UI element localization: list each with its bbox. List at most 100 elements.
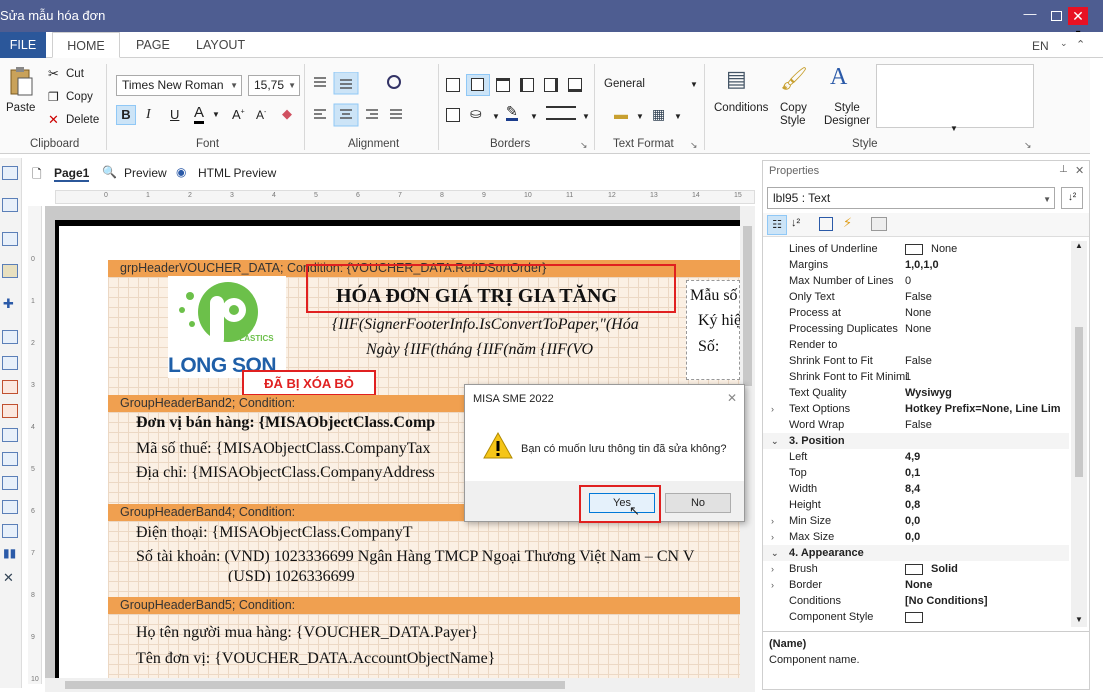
property-row[interactable]: ⌄ 3. Position: [763, 433, 1069, 449]
property-value[interactable]: 0,8: [905, 497, 1067, 513]
invoice-title[interactable]: HÓA ĐƠN GIÁ TRỊ GIA TĂNG: [336, 285, 617, 308]
border-none-icon[interactable]: [446, 108, 460, 122]
property-row[interactable]: Lines of Underline None: [763, 241, 1069, 257]
company-logo[interactable]: PLASTICS LONG SON: [168, 276, 286, 378]
toolbox-item-icon[interactable]: [2, 380, 18, 394]
events-icon[interactable]: ⚡: [843, 215, 852, 231]
chevron-down-icon[interactable]: ▼: [1075, 615, 1083, 624]
chevron-up-icon[interactable]: ▲: [1075, 241, 1083, 250]
sort-az-button[interactable]: ↓²: [1061, 187, 1083, 209]
property-row[interactable]: › Border None: [763, 577, 1069, 593]
toolbox-item-icon[interactable]: [2, 166, 18, 180]
property-value[interactable]: 0,1: [905, 465, 1067, 481]
tab-layout[interactable]: LAYOUT: [184, 32, 257, 58]
property-row[interactable]: Process at None: [763, 305, 1069, 321]
property-row[interactable]: › Text Options Hotkey Prefix=None, Line Li…: [763, 401, 1069, 417]
categorized-icon[interactable]: ☷: [767, 215, 787, 235]
toolbox-item-icon[interactable]: [2, 356, 18, 370]
scroll-thumb[interactable]: [65, 681, 565, 689]
ky-hieu-label[interactable]: Ký hiệ: [698, 312, 741, 330]
property-value[interactable]: [No Conditions]: [905, 593, 1067, 609]
alphabetical-icon[interactable]: ↓²: [791, 217, 800, 229]
property-value[interactable]: 0,0: [905, 529, 1067, 545]
pin-icon[interactable]: ⊥: [1059, 164, 1068, 175]
property-row[interactable]: › Brush Solid: [763, 561, 1069, 577]
property-row[interactable]: Left 4,9: [763, 449, 1069, 465]
toolbox-item-icon[interactable]: [2, 452, 18, 466]
tab-html-preview[interactable]: HTML Preview: [198, 166, 276, 180]
copy-style-button[interactable]: Copy Style: [780, 102, 810, 128]
property-row[interactable]: Shrink Font to Fit False: [763, 353, 1069, 369]
text-format-select[interactable]: General: [604, 78, 645, 90]
property-value[interactable]: 4,9: [905, 449, 1067, 465]
collapse-ribbon-icon[interactable]: ⌃: [1076, 38, 1085, 51]
property-row[interactable]: Only Text False: [763, 289, 1069, 305]
property-value[interactable]: Solid: [905, 561, 1067, 577]
maximize-button[interactable]: [1044, 4, 1068, 28]
puzzle-icon[interactable]: ✚: [3, 296, 14, 312]
property-row[interactable]: Max Number of Lines 0: [763, 273, 1069, 289]
paste-button[interactable]: Paste: [6, 102, 35, 114]
expand-icon[interactable]: ›: [771, 529, 774, 545]
component-select[interactable]: lbl95 : Text ▼: [767, 187, 1055, 209]
underline-button[interactable]: U: [170, 107, 179, 122]
border-top-icon[interactable]: [496, 78, 510, 92]
property-row[interactable]: › Min Size 0,0: [763, 513, 1069, 529]
so-label[interactable]: Số:: [698, 338, 719, 356]
font-size-select[interactable]: 15,75 ▼: [248, 75, 300, 96]
property-row[interactable]: › Max Size 0,0: [763, 529, 1069, 545]
dialog-launcher-icon[interactable]: ↘: [690, 140, 698, 151]
border-right-icon[interactable]: [544, 78, 558, 92]
iif-line[interactable]: {IIF(SignerFooterInfo.IsConvertToPaper,"…: [332, 316, 672, 334]
toolbox-item-icon[interactable]: [2, 476, 18, 490]
border-bottom-icon[interactable]: [568, 78, 582, 92]
border-all-icon[interactable]: [446, 78, 460, 92]
tab-page1[interactable]: Page1: [54, 166, 90, 182]
eraser-icon[interactable]: ◆: [282, 106, 292, 122]
close-icon[interactable]: ✕: [727, 391, 737, 405]
band-header-5[interactable]: GroupHeaderBand5; Condition:: [108, 597, 740, 614]
tab-preview[interactable]: Preview: [124, 166, 167, 180]
property-row[interactable]: Top 0,1: [763, 465, 1069, 481]
format-icon[interactable]: ▬: [614, 106, 628, 122]
property-value[interactable]: 1,0,1,0: [905, 257, 1067, 273]
font-name-select[interactable]: Times New Roman ▼: [116, 75, 242, 96]
tax-code[interactable]: Mã số thuế: {MISAObjectClass.CompanyTax: [136, 440, 466, 458]
tab-file[interactable]: FILE: [0, 32, 46, 58]
properties-scrollbar[interactable]: ▲ ▼: [1071, 241, 1087, 627]
property-value[interactable]: 8,4: [905, 481, 1067, 497]
conditions-button[interactable]: Conditions: [714, 102, 768, 114]
property-value[interactable]: False: [905, 417, 1067, 433]
property-row[interactable]: Shrink Font to Fit Minimi 1: [763, 369, 1069, 385]
font-color-button[interactable]: A: [194, 105, 205, 124]
format-options-icon[interactable]: ▦: [652, 106, 665, 123]
property-pages-icon[interactable]: [871, 217, 887, 231]
property-value[interactable]: False: [905, 353, 1067, 369]
property-value[interactable]: None: [905, 305, 1067, 321]
chart-icon[interactable]: ▮▮: [3, 546, 16, 560]
property-value[interactable]: 0: [905, 273, 1067, 289]
toolbox-item-icon[interactable]: [2, 500, 18, 514]
property-value[interactable]: None: [905, 241, 1067, 257]
shrink-font-icon[interactable]: A-: [256, 108, 266, 122]
property-value[interactable]: [905, 609, 1067, 625]
style-designer-button[interactable]: Style Designer: [822, 102, 872, 128]
horizontal-scrollbar[interactable]: [45, 678, 755, 692]
tab-home[interactable]: HOME: [52, 32, 120, 58]
image-icon[interactable]: [2, 524, 18, 538]
property-row[interactable]: Text Quality Wysiwyg: [763, 385, 1069, 401]
scroll-thumb[interactable]: [1075, 327, 1083, 477]
property-value[interactable]: Hotkey Prefix=None, Line Lim: [905, 401, 1067, 417]
property-value[interactable]: False: [905, 289, 1067, 305]
buyer-unit[interactable]: Tên đơn vị: {VOUCHER_DATA.AccountObjectN…: [136, 650, 495, 668]
no-button[interactable]: No: [665, 493, 731, 513]
close-icon[interactable]: ✕: [1075, 164, 1084, 177]
property-row[interactable]: Word Wrap False: [763, 417, 1069, 433]
property-value[interactable]: None: [905, 321, 1067, 337]
collapse-icon[interactable]: ⌄: [771, 545, 779, 561]
properties-icon[interactable]: [819, 217, 833, 231]
cut-button[interactable]: Cut: [66, 68, 84, 80]
property-value[interactable]: 0,0: [905, 513, 1067, 529]
minimize-icon[interactable]: —: [1020, 6, 1040, 26]
date-line[interactable]: Ngày {IIF(tháng {IIF(năm {IIF(VO: [366, 341, 666, 359]
